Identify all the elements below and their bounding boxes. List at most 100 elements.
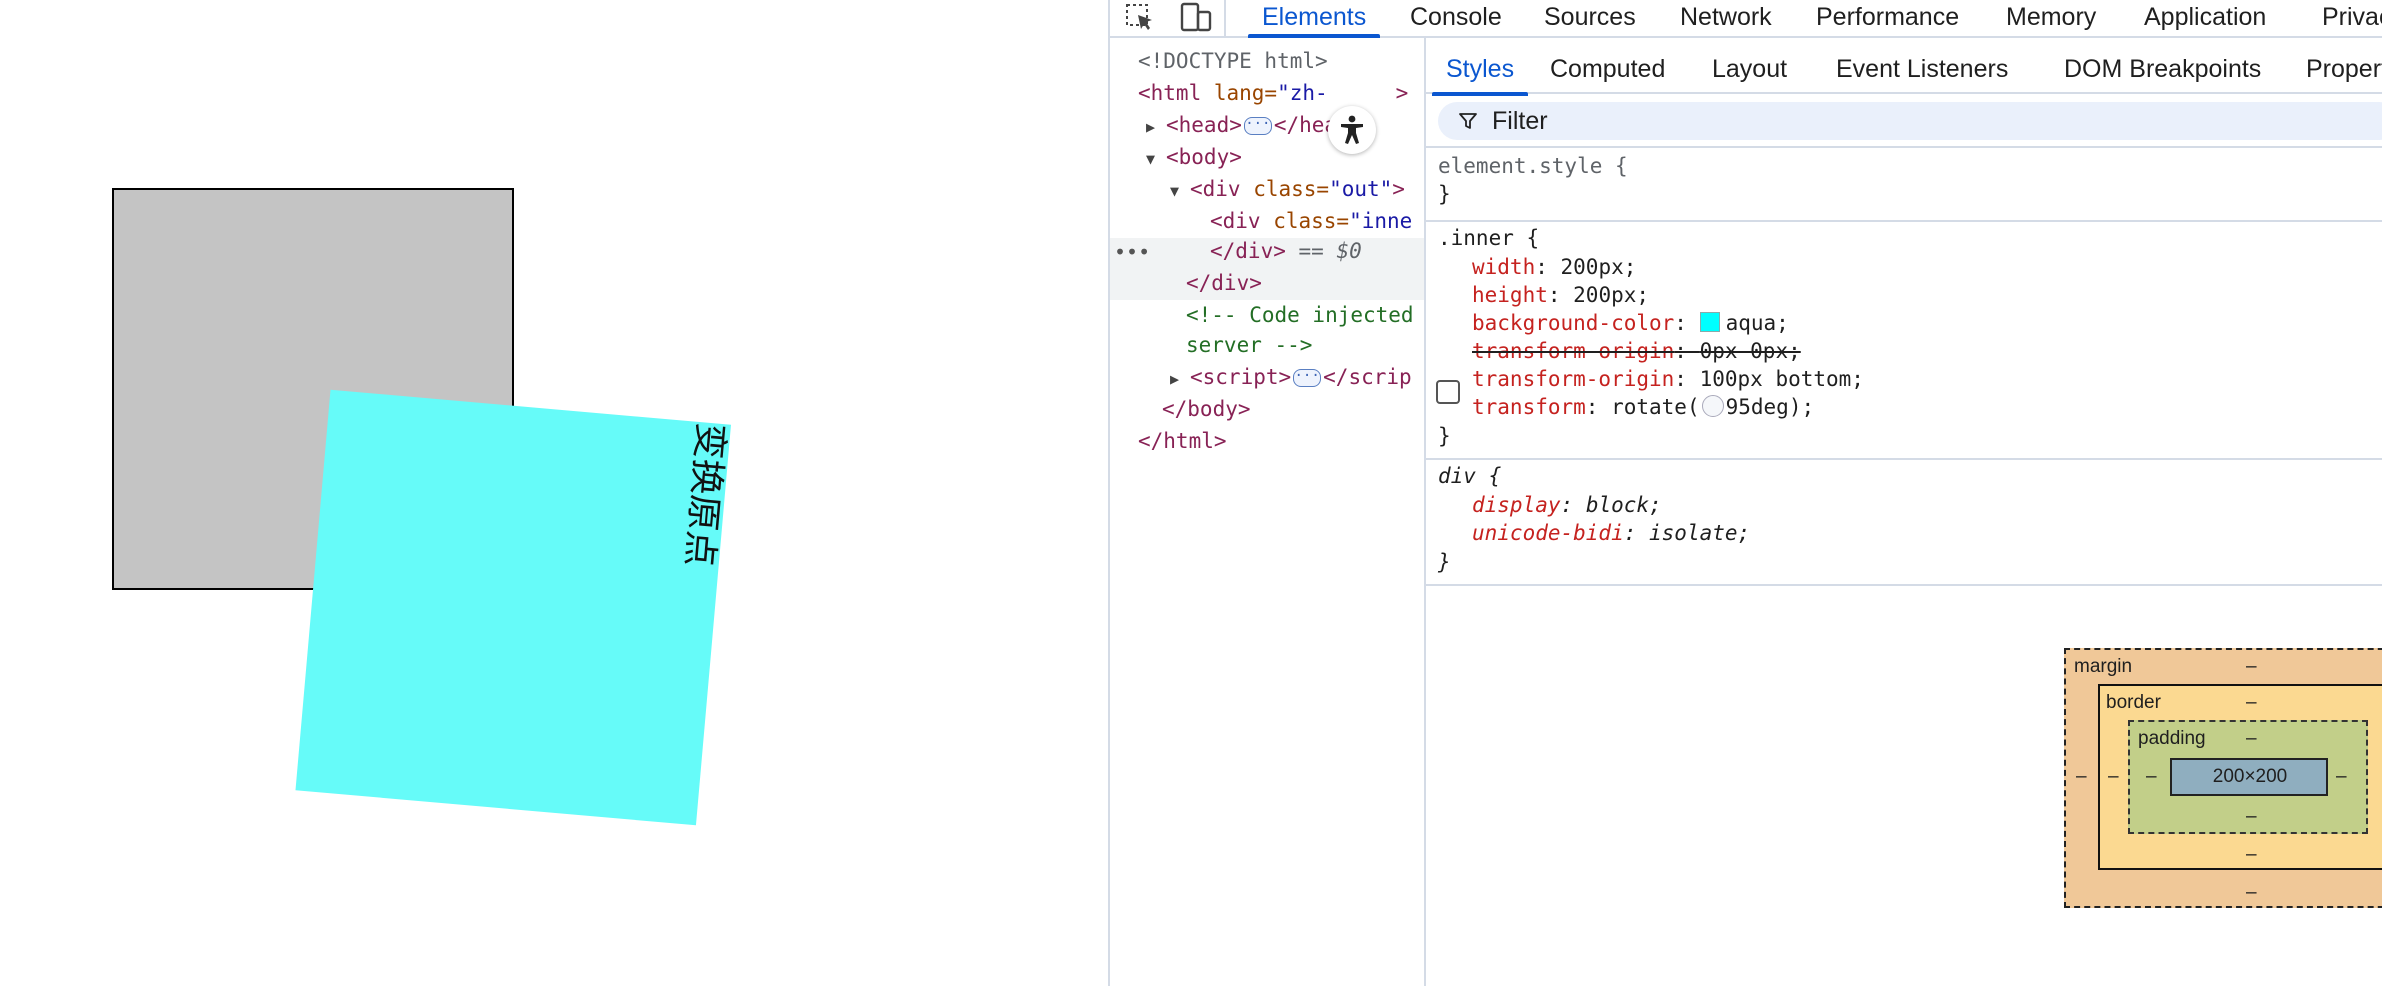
attr-lang: lang= bbox=[1213, 81, 1278, 105]
element-style-close: } bbox=[1438, 182, 1451, 206]
dom-comment-line-2[interactable]: server --> bbox=[1186, 330, 1312, 360]
tab-performance[interactable]: Performance bbox=[1816, 0, 1959, 36]
prop-value: 0px 0px; bbox=[1699, 339, 1801, 363]
dom-doctype[interactable]: <!DOCTYPE html> bbox=[1138, 46, 1328, 76]
padding-bottom-value[interactable]: – bbox=[2246, 806, 2257, 828]
inspect-element-icon[interactable] bbox=[1122, 0, 1158, 36]
tag-div-open: <div bbox=[1190, 177, 1254, 201]
tag-div-close: </div> bbox=[1210, 239, 1286, 263]
tab-network[interactable]: Network bbox=[1680, 0, 1772, 36]
div-rule-close: } bbox=[1438, 550, 1451, 574]
element-style-selector[interactable]: element.style { bbox=[1438, 152, 1628, 180]
css-prop-transform[interactable]: transform: rotate(95deg); bbox=[1472, 393, 1814, 421]
dom-html-open[interactable]: <html lang="zh- > bbox=[1138, 78, 1408, 108]
css-prop-height[interactable]: height: 200px; bbox=[1472, 281, 1649, 309]
color-swatch-icon[interactable] bbox=[1699, 312, 1720, 332]
rule-separator bbox=[1426, 458, 2382, 460]
css-prop-display[interactable]: display: block; bbox=[1472, 491, 1662, 519]
tab-layout[interactable]: Layout bbox=[1712, 38, 1787, 94]
devtools-toolbar: Elements Console Sources Network Perform… bbox=[1110, 0, 2382, 38]
dom-div-inner-close[interactable]: </div> == $0 bbox=[1210, 236, 1362, 266]
prop-name: background-color bbox=[1472, 311, 1675, 335]
prop-name: transform-origin bbox=[1472, 367, 1675, 391]
tab-dom-breakpoints[interactable]: DOM Breakpoints bbox=[2064, 38, 2261, 94]
inner-rule-close: } bbox=[1438, 424, 1451, 448]
styles-filter-input[interactable]: Filter bbox=[1438, 102, 2382, 140]
collapsed-content-icon[interactable]: ··· bbox=[1243, 117, 1272, 135]
angle-dial-icon[interactable] bbox=[1701, 395, 1724, 417]
dom-div-out[interactable]: ▼ <div class="out"> bbox=[1170, 174, 1405, 204]
tab-computed[interactable]: Computed bbox=[1550, 38, 1665, 94]
prop-name: unicode-bidi bbox=[1472, 521, 1624, 545]
margin-bottom-value[interactable]: – bbox=[2246, 882, 2257, 904]
accessibility-tree-button[interactable] bbox=[1328, 106, 1376, 154]
dom-div-inner[interactable]: <div class="inne bbox=[1210, 206, 1412, 236]
prop-name: display bbox=[1472, 493, 1561, 517]
dom-comment-line-1[interactable]: <!-- Code injected bbox=[1186, 300, 1414, 330]
disable-property-checkbox[interactable] bbox=[1436, 380, 1460, 404]
border-bottom-value[interactable]: – bbox=[2246, 844, 2257, 866]
dom-body-open[interactable]: ▼ <body> bbox=[1146, 142, 1242, 172]
tab-privacy[interactable]: Privac bbox=[2322, 0, 2382, 36]
tab-event-listeners[interactable]: Event Listeners bbox=[1836, 38, 2008, 94]
attr-class: class= bbox=[1273, 209, 1350, 233]
dom-script[interactable]: ▶ <script> ··· </scrip bbox=[1170, 362, 1412, 392]
attr-class: class= bbox=[1253, 177, 1330, 201]
filter-placeholder: Filter bbox=[1492, 107, 1548, 135]
prop-value-prefix: rotate( bbox=[1611, 395, 1700, 419]
tab-properties[interactable]: Propert bbox=[2306, 38, 2382, 94]
tag-body-open: <body> bbox=[1166, 145, 1242, 169]
tab-memory[interactable]: Memory bbox=[2006, 0, 2096, 36]
tag-div-bracket: > bbox=[1392, 177, 1405, 201]
border-label: border bbox=[2106, 692, 2161, 713]
border-left-value[interactable]: – bbox=[2108, 766, 2119, 788]
div-rule-selector[interactable]: div { bbox=[1438, 462, 1501, 490]
dom-body-close[interactable]: </body> bbox=[1162, 394, 1251, 424]
tab-sources[interactable]: Sources bbox=[1544, 0, 1636, 36]
device-toolbar-icon[interactable] bbox=[1178, 0, 1214, 36]
filter-icon bbox=[1459, 113, 1477, 129]
prop-value: aqua; bbox=[1725, 311, 1789, 335]
tag-div-close: </div> bbox=[1186, 271, 1262, 295]
margin-top-value[interactable]: – bbox=[2246, 656, 2257, 678]
tag-html-bracket: > bbox=[1395, 81, 1409, 105]
selector-text: element.style { bbox=[1438, 154, 1628, 178]
css-prop-width[interactable]: width: 200px; bbox=[1472, 253, 1636, 281]
padding-label: padding bbox=[2138, 728, 2206, 749]
tab-console[interactable]: Console bbox=[1410, 0, 1502, 36]
row-menu-dots[interactable]: ••• bbox=[1114, 240, 1150, 264]
padding-left-value[interactable]: – bbox=[2146, 766, 2157, 788]
tag-head-open: <head> bbox=[1166, 113, 1242, 137]
expand-triangle-icon[interactable]: ▶ bbox=[1146, 112, 1166, 142]
prop-name: transform bbox=[1472, 395, 1586, 419]
border-top-value[interactable]: – bbox=[2246, 692, 2257, 714]
prop-value: block; bbox=[1585, 493, 1662, 517]
page-viewport: 变换原点 bbox=[0, 0, 1108, 986]
content-size[interactable]: 200×200 bbox=[2190, 766, 2310, 788]
collapse-triangle-icon[interactable]: ▼ bbox=[1170, 176, 1190, 206]
expand-triangle-icon[interactable]: ▶ bbox=[1170, 364, 1190, 394]
collapse-triangle-icon[interactable]: ▼ bbox=[1146, 144, 1166, 174]
tab-application[interactable]: Application bbox=[2144, 0, 2266, 36]
css-prop-transform-origin-disabled[interactable]: transform-origin: 0px 0px; bbox=[1472, 337, 1801, 365]
inner-rule-selector[interactable]: .inner { bbox=[1438, 224, 1539, 252]
devtools-panel: Elements Console Sources Network Perform… bbox=[1108, 0, 2382, 986]
box-model-diagram: margin – – – border – – – padding – – – … bbox=[2064, 648, 2382, 948]
css-prop-background-color[interactable]: background-color: aqua; bbox=[1472, 309, 1789, 337]
css-prop-transform-origin[interactable]: transform-origin: 100px bottom; bbox=[1472, 365, 1864, 393]
css-prop-unicode-bidi[interactable]: unicode-bidi: isolate; bbox=[1472, 519, 1750, 547]
tag-html: <html bbox=[1138, 81, 1214, 105]
dom-html-close[interactable]: </html> bbox=[1138, 426, 1227, 456]
prop-name: width bbox=[1472, 255, 1536, 279]
padding-right-value[interactable]: – bbox=[2336, 766, 2347, 788]
rule-separator bbox=[1426, 220, 2382, 222]
margin-left-value[interactable]: – bbox=[2076, 766, 2087, 788]
tab-elements[interactable]: Elements bbox=[1247, 0, 1381, 38]
tag-script-open: <script> bbox=[1190, 365, 1292, 389]
prop-name: height bbox=[1472, 283, 1548, 307]
collapsed-content-icon[interactable]: ··· bbox=[1293, 369, 1322, 387]
tab-styles[interactable]: Styles bbox=[1431, 38, 1529, 96]
padding-top-value[interactable]: – bbox=[2246, 728, 2257, 750]
dom-div-out-close[interactable]: </div> bbox=[1186, 268, 1262, 298]
prop-name: transform-origin bbox=[1472, 339, 1675, 363]
